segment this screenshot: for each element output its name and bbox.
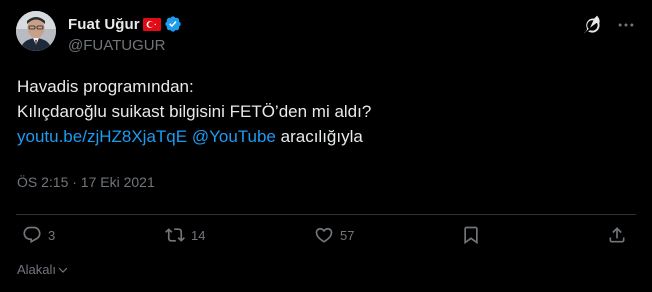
share-icon — [609, 227, 625, 243]
grok-icon — [583, 15, 600, 34]
retweet-button[interactable]: 14 — [165, 224, 205, 246]
author-handle[interactable]: @FUATUGUR — [68, 37, 165, 54]
turkey-flag-icon — [142, 17, 161, 31]
tweet-text-line-2: Kılıçdaroğlu suikast bilgisini FETÖ’den … — [17, 102, 372, 121]
share-button[interactable] — [607, 224, 627, 246]
retweet-count: 14 — [191, 227, 206, 243]
more-icon — [618, 23, 634, 27]
reply-button[interactable]: 3 — [22, 224, 55, 246]
author-name-row: Fuat Uğur — [68, 15, 182, 33]
relevance-label: Alakalı — [17, 262, 57, 277]
youtube-mention[interactable]: @YouTube — [192, 127, 276, 146]
youtube-link[interactable]: youtu.be/zjHZ8XjaTqE — [17, 127, 187, 146]
relevance-dropdown[interactable]: Alakalı — [17, 262, 69, 277]
grok-button[interactable] — [580, 13, 604, 37]
avatar-image — [16, 11, 56, 51]
reply-count: 3 — [48, 227, 56, 243]
avatar[interactable] — [16, 11, 56, 51]
tweet-card: Fuat Uğur @FUATUGUR Havadis programından… — [0, 0, 652, 292]
bookmark-icon — [464, 226, 478, 245]
bookmark-button[interactable] — [461, 224, 481, 246]
reply-icon — [23, 226, 41, 244]
like-button[interactable]: 57 — [314, 224, 354, 246]
via-text: aracılığıyla — [280, 127, 363, 146]
tweet-text-line-1: Havadis programından: — [17, 77, 194, 96]
more-button[interactable] — [614, 13, 638, 37]
retweet-icon — [165, 228, 185, 242]
tweet-text: Havadis programından: Kılıçdaroğlu suika… — [17, 74, 637, 149]
heart-icon — [315, 227, 333, 243]
verified-badge-icon[interactable] — [164, 15, 182, 33]
tweet-timestamp[interactable]: ÖS 2:15 · 17 Eki 2021 — [17, 174, 155, 190]
divider — [16, 214, 636, 215]
like-count: 57 — [340, 227, 355, 243]
tweet-text-line-3: youtu.be/zjHZ8XjaTqE @YouTube aracılığıy… — [17, 124, 637, 149]
display-name[interactable]: Fuat Uğur — [68, 16, 140, 33]
chevron-down-icon — [58, 267, 68, 273]
